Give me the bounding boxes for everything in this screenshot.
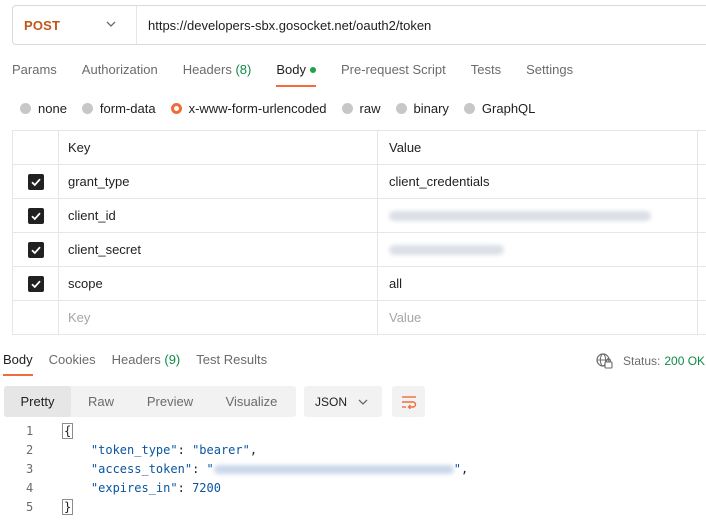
- radio-icon: [81, 102, 93, 114]
- json-number: 7200: [192, 481, 221, 495]
- method-select[interactable]: POST: [13, 6, 137, 44]
- radio-binary[interactable]: binary: [395, 101, 449, 116]
- column-header-value: Value: [378, 131, 698, 164]
- url-input[interactable]: https://developers-sbx.gosocket.net/oaut…: [137, 18, 431, 33]
- request-tabs: Params Authorization Headers (8) Body Pr…: [12, 62, 598, 90]
- radio-none[interactable]: none: [20, 101, 67, 116]
- tab-pre-request-script[interactable]: Pre-request Script: [341, 62, 446, 90]
- response-tab-headers[interactable]: Headers (9): [112, 352, 181, 378]
- table-row: grant_type client_credentials: [12, 165, 706, 199]
- tab-headers[interactable]: Headers (8): [183, 62, 252, 90]
- response-body-code[interactable]: 1 { 2 "token_type": "bearer", 3 "access_…: [0, 422, 706, 517]
- radio-selected-icon: [170, 102, 182, 114]
- radio-raw[interactable]: raw: [341, 101, 381, 116]
- check-icon: [30, 178, 41, 186]
- row-checkbox[interactable]: [27, 173, 44, 190]
- code-line: 1 {: [0, 422, 706, 441]
- method-label: POST: [24, 17, 61, 33]
- row-key[interactable]: client_id: [59, 199, 378, 232]
- view-visualize-button[interactable]: Visualize: [209, 386, 294, 417]
- check-icon: [30, 280, 41, 288]
- line-number: 4: [26, 481, 34, 495]
- modified-dot-icon: [309, 67, 316, 73]
- code-line: 2 "token_type": "bearer",: [0, 441, 706, 460]
- url-bar: POST https://developers-sbx.gosocket.net…: [12, 5, 706, 45]
- radio-form-data[interactable]: form-data: [81, 101, 156, 116]
- redacted-value: [389, 210, 651, 221]
- params-table: Key Value grant_type client_credentials …: [12, 130, 706, 335]
- row-key[interactable]: client_secret: [59, 233, 378, 266]
- row-value[interactable]: all: [378, 267, 698, 300]
- radio-icon: [395, 102, 407, 114]
- wrap-lines-button[interactable]: [392, 386, 425, 417]
- line-number: 5: [26, 500, 34, 514]
- row-value-redacted[interactable]: [378, 199, 698, 232]
- radio-graphql[interactable]: GraphQL: [463, 101, 535, 116]
- code-line: 5 }: [0, 498, 706, 517]
- check-icon: [30, 212, 41, 220]
- row-key[interactable]: scope: [59, 267, 378, 300]
- response-headers-count: (9): [164, 352, 181, 367]
- chevron-down-icon: [106, 21, 116, 27]
- table-row: client_secret: [12, 233, 706, 267]
- radio-icon: [341, 102, 353, 114]
- row-key[interactable]: grant_type: [59, 165, 378, 198]
- row-checkbox[interactable]: [27, 275, 44, 292]
- new-value-input[interactable]: Value: [378, 301, 698, 334]
- code-line: 3 "access_token": " ",: [0, 460, 706, 479]
- row-checkbox[interactable]: [27, 241, 44, 258]
- chevron-down-icon: [358, 399, 368, 405]
- body-type-radios: none form-data x-www-form-urlencoded raw…: [20, 100, 550, 116]
- wrap-lines-icon: [401, 395, 416, 409]
- redacted-value: [389, 244, 504, 255]
- table-row: client_id: [12, 199, 706, 233]
- response-tab-cookies[interactable]: Cookies: [49, 352, 96, 378]
- view-mode-toolbar: Pretty Raw Preview Visualize: [4, 386, 296, 417]
- json-key: "token_type": [90, 443, 178, 457]
- status-value: 200 OK: [664, 354, 706, 368]
- tab-settings[interactable]: Settings: [526, 62, 573, 90]
- view-preview-button[interactable]: Preview: [131, 386, 209, 417]
- response-tabs: Body Cookies Headers (9) Test Results: [3, 352, 283, 378]
- response-tab-test-results[interactable]: Test Results: [196, 352, 267, 378]
- table-row: scope all: [12, 267, 706, 301]
- tab-params[interactable]: Params: [12, 62, 57, 90]
- line-number: 2: [26, 443, 34, 457]
- json-string: "bearer": [192, 443, 250, 457]
- row-checkbox[interactable]: [27, 207, 44, 224]
- status-label: Status:: [623, 354, 661, 368]
- table-header-row: Key Value: [12, 131, 706, 165]
- response-status: Status: 200 OK: [595, 352, 705, 370]
- json-key: "expires_in": [90, 481, 178, 495]
- tab-authorization[interactable]: Authorization: [82, 62, 158, 90]
- headers-count: (8): [235, 62, 252, 77]
- globe-icon[interactable]: [595, 352, 613, 370]
- code-line: 4 "expires_in": 7200: [0, 479, 706, 498]
- response-tab-body[interactable]: Body: [3, 352, 33, 378]
- row-value-redacted[interactable]: [378, 233, 698, 266]
- close-brace: }: [62, 499, 74, 515]
- redacted-token: [213, 465, 454, 474]
- new-key-input[interactable]: Key: [59, 301, 378, 334]
- json-key: "access_token": [90, 462, 193, 476]
- format-select[interactable]: JSON: [304, 386, 382, 417]
- line-number: 1: [26, 424, 34, 438]
- line-number: 3: [26, 462, 34, 476]
- radio-x-www-form-urlencoded[interactable]: x-www-form-urlencoded: [170, 101, 327, 116]
- table-row-empty: Key Value: [12, 301, 706, 335]
- view-pretty-button[interactable]: Pretty: [4, 386, 71, 417]
- row-value[interactable]: client_credentials: [378, 165, 698, 198]
- tab-tests[interactable]: Tests: [471, 62, 501, 90]
- radio-icon: [463, 102, 475, 114]
- radio-icon: [20, 102, 31, 114]
- format-label: JSON: [315, 394, 348, 409]
- view-raw-button[interactable]: Raw: [71, 386, 131, 417]
- column-header-key: Key: [59, 131, 378, 164]
- check-icon: [30, 246, 41, 254]
- open-brace: {: [62, 423, 74, 439]
- tab-body[interactable]: Body: [276, 62, 316, 90]
